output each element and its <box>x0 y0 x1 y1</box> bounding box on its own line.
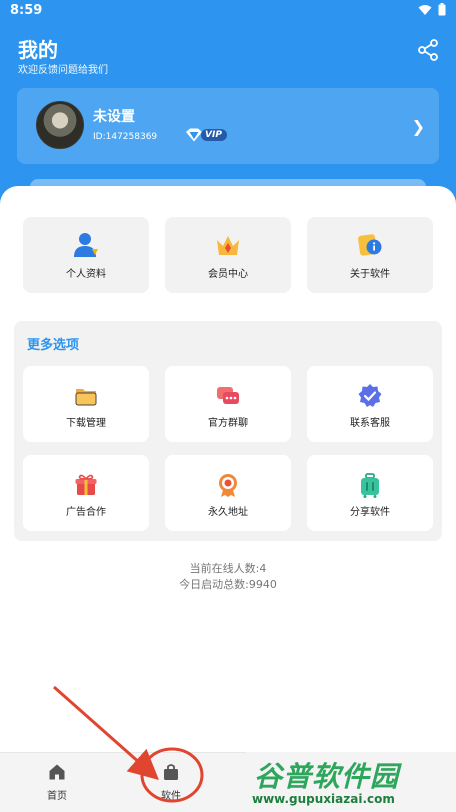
nav-software-label: 软件 <box>161 791 181 802</box>
tile-label: 广告合作 <box>66 507 106 518</box>
chat-icon <box>217 387 239 404</box>
bag-icon <box>164 764 178 780</box>
more-options-title: 更多选项 <box>27 338 80 353</box>
tile-label: 永久地址 <box>208 507 248 518</box>
battery-icon <box>438 3 446 16</box>
gift-icon <box>75 474 97 495</box>
status-icons <box>418 3 446 16</box>
page-title: 我的 <box>18 38 58 62</box>
more-options-panel: 更多选项 下载管理 官方群聊 联系客服 广告合作 永久地址 分享软件 <box>14 321 442 541</box>
vip-label: VIP <box>201 129 227 141</box>
tile-membership[interactable]: 会员中心 <box>165 217 291 293</box>
info-icon <box>358 234 382 256</box>
tile-about[interactable]: 关于软件 <box>307 217 433 293</box>
folder-icon <box>75 389 97 406</box>
status-time: 8:59 <box>10 3 43 18</box>
avatar <box>36 101 84 149</box>
tile-label: 关于软件 <box>350 269 390 280</box>
tile-label: 会员中心 <box>208 269 248 280</box>
profile-name: 未设置 <box>93 109 135 125</box>
nav-home-label: 首页 <box>47 791 67 802</box>
person-icon <box>74 233 98 257</box>
watermark-title: 谷普软件园 <box>254 760 400 793</box>
crown-icon <box>217 236 239 255</box>
tile-customer-service[interactable]: 联系客服 <box>307 366 433 442</box>
tile-ad-cooperation[interactable]: 广告合作 <box>23 455 149 531</box>
tile-permanent-address[interactable]: 永久地址 <box>165 455 291 531</box>
nav-software[interactable]: 软件 <box>141 763 201 802</box>
tile-label: 联系客服 <box>350 418 390 429</box>
watermark-url: www.gupuxiazai.com <box>252 792 395 806</box>
page-subtitle: 欢迎反馈问题给我们 <box>18 65 108 76</box>
nav-home[interactable]: 首页 <box>27 763 87 802</box>
top-actions: 个人资料 会员中心 关于软件 <box>23 217 433 295</box>
tile-downloads[interactable]: 下载管理 <box>23 366 149 442</box>
profile-card[interactable]: 未设置 ID:147258369 VIP ❯ <box>17 88 439 164</box>
tile-group-chat[interactable]: 官方群聊 <box>165 366 291 442</box>
tile-share-app[interactable]: 分享软件 <box>307 455 433 531</box>
online-count: 当前在线人数:4 <box>189 562 267 575</box>
tile-profile[interactable]: 个人资料 <box>23 217 149 293</box>
vip-badge: VIP <box>185 128 227 142</box>
tile-label: 下载管理 <box>66 418 106 429</box>
tile-label: 分享软件 <box>350 507 390 518</box>
verified-badge-icon <box>358 384 382 407</box>
target-icon <box>219 474 237 497</box>
tile-label: 官方群聊 <box>208 418 248 429</box>
startup-count: 今日启动总数:9940 <box>179 578 277 591</box>
luggage-icon <box>361 473 379 498</box>
watermark: 谷普软件园 www.gupuxiazai.com <box>246 752 456 812</box>
home-icon <box>49 764 65 780</box>
share-icon[interactable] <box>416 38 440 62</box>
wifi-icon <box>418 4 432 15</box>
status-bar: 8:59 <box>0 0 456 22</box>
tile-label: 个人资料 <box>66 269 106 280</box>
chevron-right-icon: ❯ <box>411 117 425 136</box>
main-sheet: 个人资料 会员中心 关于软件 更多选项 下载管理 官方群聊 联系客服 广告合作 … <box>0 186 456 812</box>
profile-id: ID:147258369 <box>93 132 158 142</box>
